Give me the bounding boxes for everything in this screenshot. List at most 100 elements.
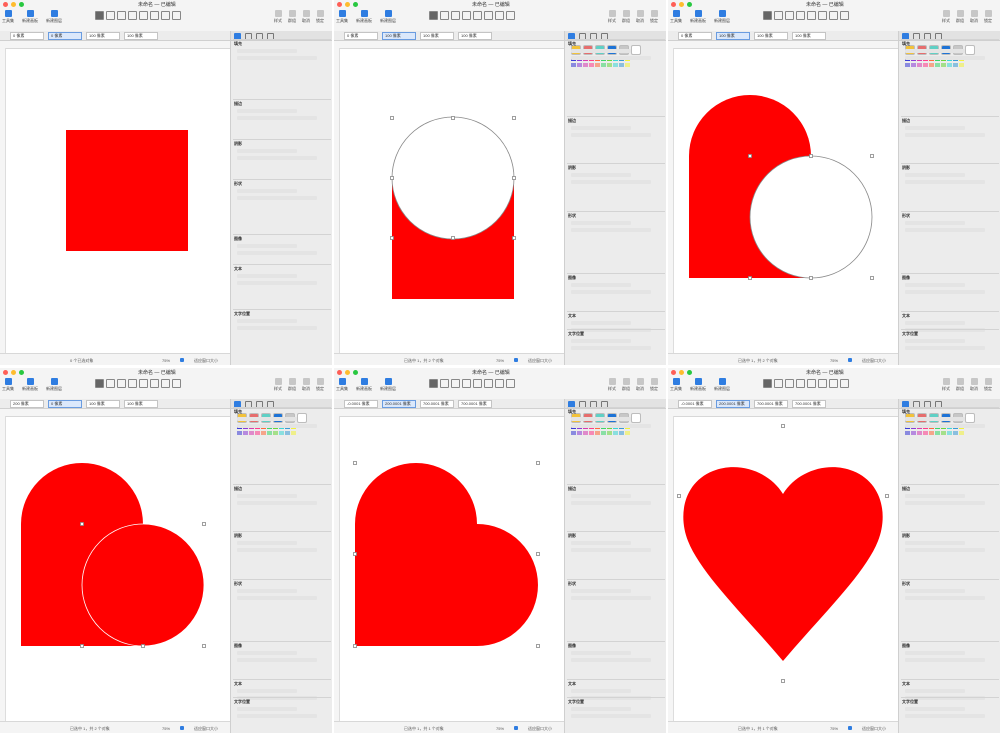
inspector-row[interactable] xyxy=(237,541,297,545)
canvas[interactable] xyxy=(5,416,230,721)
close-button[interactable] xyxy=(671,370,676,375)
inspector-row[interactable] xyxy=(571,320,631,325)
inspector-section-title[interactable]: 文本 xyxy=(568,313,576,319)
color-swatch[interactable] xyxy=(589,431,594,435)
inspector-row[interactable] xyxy=(571,588,631,593)
inspector-row[interactable] xyxy=(571,548,651,552)
close-button[interactable] xyxy=(3,2,8,7)
color-swatch[interactable] xyxy=(595,63,600,67)
inspector-row[interactable] xyxy=(237,714,317,718)
selection-handle[interactable] xyxy=(781,679,785,683)
curve-tool-icon[interactable] xyxy=(150,379,159,388)
inspector-section-title[interactable]: 填充 xyxy=(902,409,910,415)
y-field[interactable]: 200.0001 像素 xyxy=(382,400,416,408)
zoom-button[interactable] xyxy=(687,370,692,375)
image-tool-icon[interactable] xyxy=(161,11,170,20)
inspector-section-title[interactable]: 阴影 xyxy=(902,165,910,171)
red-union-shape[interactable] xyxy=(355,463,538,646)
inspector-section-title[interactable]: 阴影 xyxy=(234,141,242,147)
inspector-row[interactable] xyxy=(571,688,631,693)
color-swatch[interactable] xyxy=(297,413,307,423)
shape-tool-icon[interactable] xyxy=(462,11,471,20)
zoom-level[interactable]: 75% xyxy=(162,726,170,731)
height-field[interactable]: 700.0001 像素 xyxy=(458,400,492,408)
image-tool-icon[interactable] xyxy=(161,379,170,388)
inspector-row[interactable] xyxy=(571,132,651,137)
shape-tool-icon[interactable] xyxy=(796,379,805,388)
selection-handle[interactable] xyxy=(748,154,752,158)
inspector-row[interactable] xyxy=(237,658,317,662)
shape-tool-icon[interactable] xyxy=(796,11,805,20)
select-tool-icon[interactable] xyxy=(429,11,438,20)
inspector-row[interactable] xyxy=(571,227,651,232)
text-tool-icon[interactable] xyxy=(451,379,460,388)
inspector-row[interactable] xyxy=(237,707,297,711)
inspector-row[interactable] xyxy=(237,424,317,428)
toolbar-button[interactable]: 群组 xyxy=(622,10,630,24)
inspector-row[interactable] xyxy=(571,651,631,655)
inspector-section-title[interactable]: 形状 xyxy=(902,213,910,219)
inspector-row[interactable] xyxy=(905,49,965,53)
color-swatch[interactable] xyxy=(583,431,588,435)
toolbar-button[interactable]: 锁定 xyxy=(984,10,992,24)
selection-handle[interactable] xyxy=(809,154,813,158)
inspector-row[interactable] xyxy=(571,714,651,718)
pen-tool-icon[interactable] xyxy=(440,11,449,20)
inspector-row[interactable] xyxy=(571,173,631,177)
toolbar-button[interactable]: 新建画板 xyxy=(356,10,372,24)
white-circle[interactable] xyxy=(391,116,515,240)
zoom-button[interactable] xyxy=(353,2,358,7)
inspector-row[interactable] xyxy=(905,548,985,552)
inspector-section-title[interactable]: 文字位置 xyxy=(234,311,250,317)
inspector-row[interactable] xyxy=(237,251,317,255)
color-swatch[interactable] xyxy=(917,431,922,435)
width-field[interactable]: 100 像素 xyxy=(754,32,788,40)
color-swatch[interactable] xyxy=(965,413,975,423)
inspector-row[interactable] xyxy=(237,500,317,505)
x-field[interactable]: -0.0001 像素 xyxy=(344,400,378,408)
inspector-row[interactable] xyxy=(905,595,985,600)
color-swatch[interactable] xyxy=(929,431,934,435)
x-field[interactable]: 0 像素 xyxy=(344,32,378,40)
fit-to-window[interactable]: 适应窗口大小 xyxy=(528,726,552,732)
toolbar-button[interactable]: 工具集 xyxy=(336,378,348,392)
inspector-section-title[interactable]: 图像 xyxy=(234,236,242,242)
image-tool-icon[interactable] xyxy=(495,11,504,20)
color-swatch[interactable] xyxy=(923,63,928,67)
fit-to-window[interactable]: 适应窗口大小 xyxy=(194,358,218,364)
selection-handle[interactable] xyxy=(536,461,540,465)
inspector-row[interactable] xyxy=(905,651,965,655)
x-field[interactable]: 200 像素 xyxy=(10,400,44,408)
inspector-row[interactable] xyxy=(237,149,297,153)
zoom-button[interactable] xyxy=(19,2,24,7)
minimize-button[interactable] xyxy=(679,2,684,7)
selection-handle[interactable] xyxy=(809,276,813,280)
hand-tool-icon[interactable] xyxy=(506,11,515,20)
inspector-row[interactable] xyxy=(905,500,985,505)
curve-tool-icon[interactable] xyxy=(818,379,827,388)
pen-tool-icon[interactable] xyxy=(774,11,783,20)
line-tool-icon[interactable] xyxy=(139,379,148,388)
selection-handle[interactable] xyxy=(202,644,206,648)
white-circle[interactable] xyxy=(749,155,873,279)
inspector-section-title[interactable]: 形状 xyxy=(234,581,242,587)
line-tool-icon[interactable] xyxy=(473,379,482,388)
selection-handle[interactable] xyxy=(748,276,752,280)
color-swatch[interactable] xyxy=(905,431,910,435)
color-swatch[interactable] xyxy=(953,63,958,67)
toolbar-button[interactable]: 新建图层 xyxy=(714,10,730,24)
selection-handle[interactable] xyxy=(390,236,394,240)
inspector-row[interactable] xyxy=(905,588,965,593)
toolbar-button[interactable]: 新建图层 xyxy=(714,378,730,392)
toolbar-button[interactable]: 新建图层 xyxy=(380,378,396,392)
curve-tool-icon[interactable] xyxy=(818,11,827,20)
selection-handle[interactable] xyxy=(390,116,394,120)
color-swatch[interactable] xyxy=(577,431,582,435)
close-button[interactable] xyxy=(671,2,676,7)
inspector-section-title[interactable]: 文本 xyxy=(902,681,910,687)
toolbar-button[interactable]: 群组 xyxy=(956,378,964,392)
minimize-button[interactable] xyxy=(345,370,350,375)
inspector-row[interactable] xyxy=(571,180,651,184)
red-heart-shape[interactable] xyxy=(683,467,883,661)
inspector-row[interactable] xyxy=(905,493,965,498)
